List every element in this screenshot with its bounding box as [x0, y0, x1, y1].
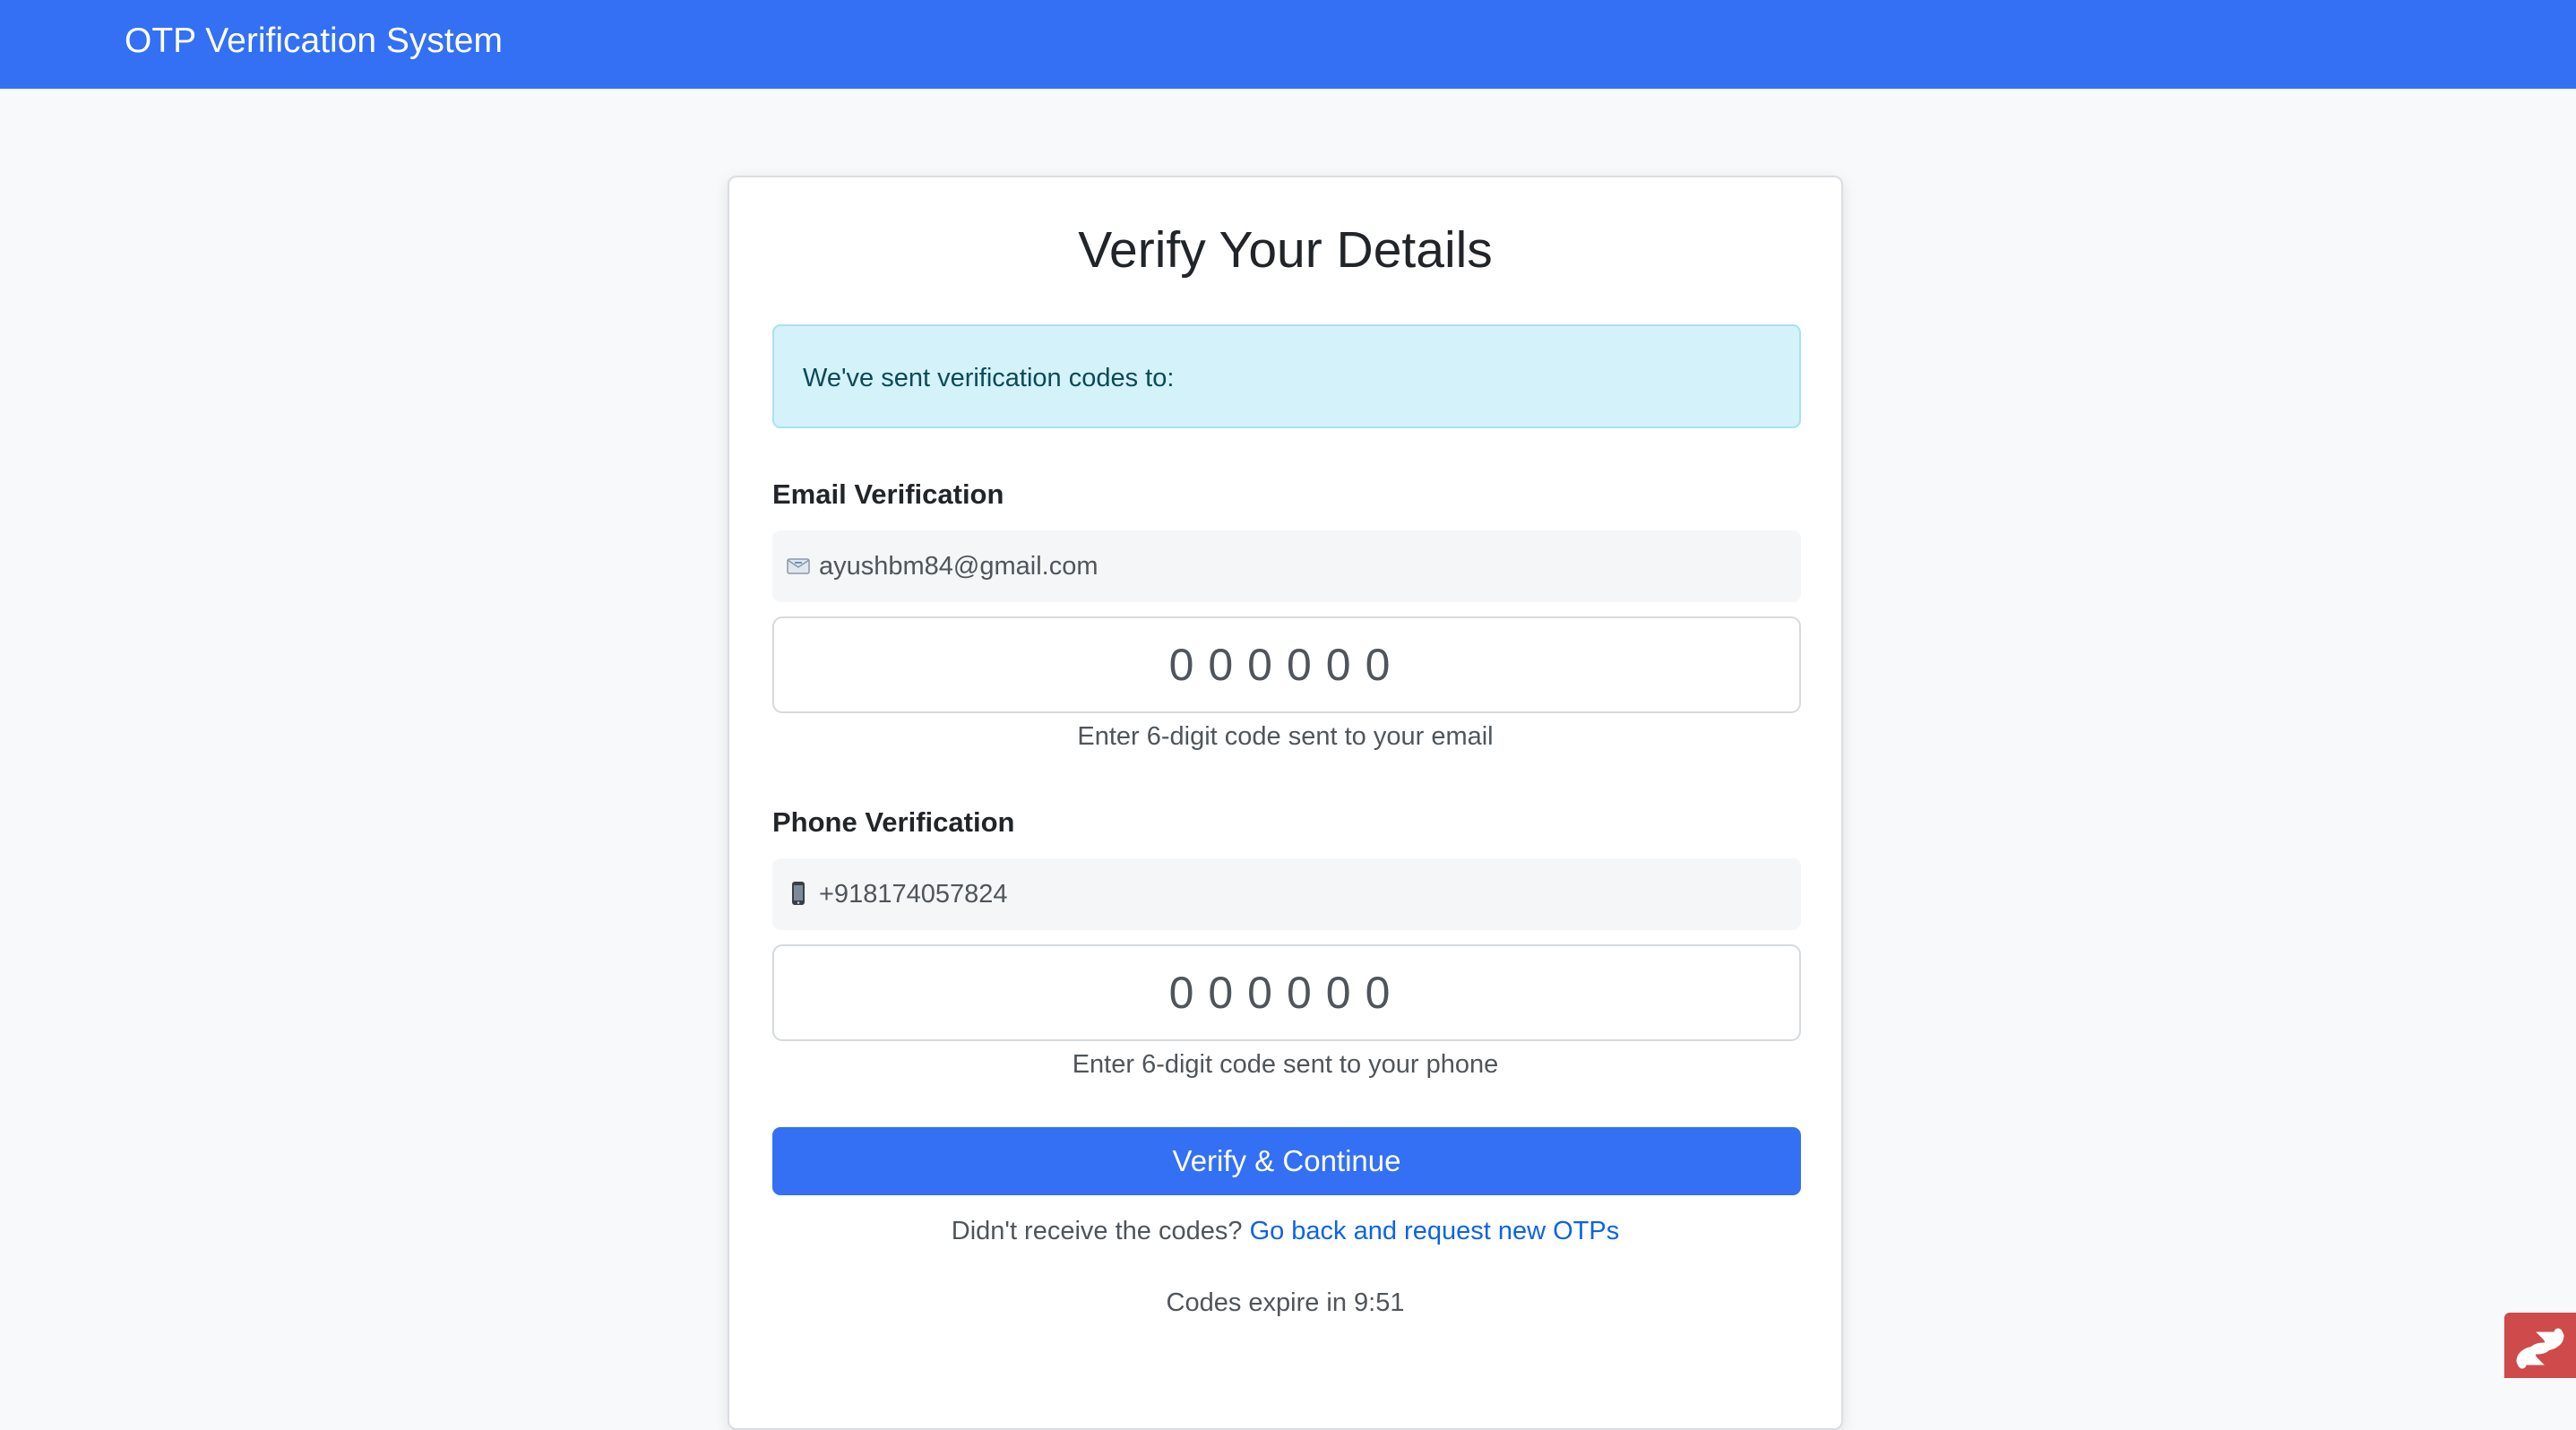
phone-number: +918174057824 [819, 880, 1008, 909]
phone-otp-hint: Enter 6-digit code sent to your phone [1072, 1050, 1499, 1079]
resend-row: Didn't receive the codes? Go back and re… [729, 1215, 1841, 1247]
phone-contact-box: +918174057824 [772, 858, 1801, 930]
phone-section-title: Phone Verification [772, 806, 1015, 838]
mobile-phone-icon [792, 882, 805, 905]
app-brand-title[interactable]: OTP Verification System [125, 20, 503, 63]
request-new-otps-link[interactable]: Go back and request new OTPs [1250, 1217, 1620, 1245]
resend-prompt: Didn't receive the codes? [951, 1217, 1243, 1245]
verify-continue-button[interactable]: Verify & Continue [772, 1127, 1801, 1195]
email-address: ayushbm84@gmail.com [819, 552, 1098, 581]
verification-card: Verify Your Details We've sent verificat… [728, 176, 1843, 1430]
envelope-icon [787, 558, 810, 574]
email-contact-box: ayushbm84@gmail.com [772, 530, 1801, 602]
top-navbar: OTP Verification System [0, 0, 2576, 90]
info-alert: We've sent verification codes to: [772, 324, 1801, 428]
email-otp-hint: Enter 6-digit code sent to your email [1077, 722, 1494, 751]
expiry-countdown: Codes expire in 9:51 [1166, 1288, 1405, 1317]
email-section-title: Email Verification [772, 478, 1004, 510]
corner-badge[interactable] [2504, 1313, 2576, 1378]
alert-text: We've sent verification codes to: [803, 364, 1175, 392]
stackblitz-like-logo-icon [2516, 1328, 2564, 1369]
phone-otp-input[interactable] [772, 944, 1801, 1041]
email-otp-input[interactable] [772, 616, 1801, 713]
page-title: Verify Your Details [1078, 221, 1493, 279]
